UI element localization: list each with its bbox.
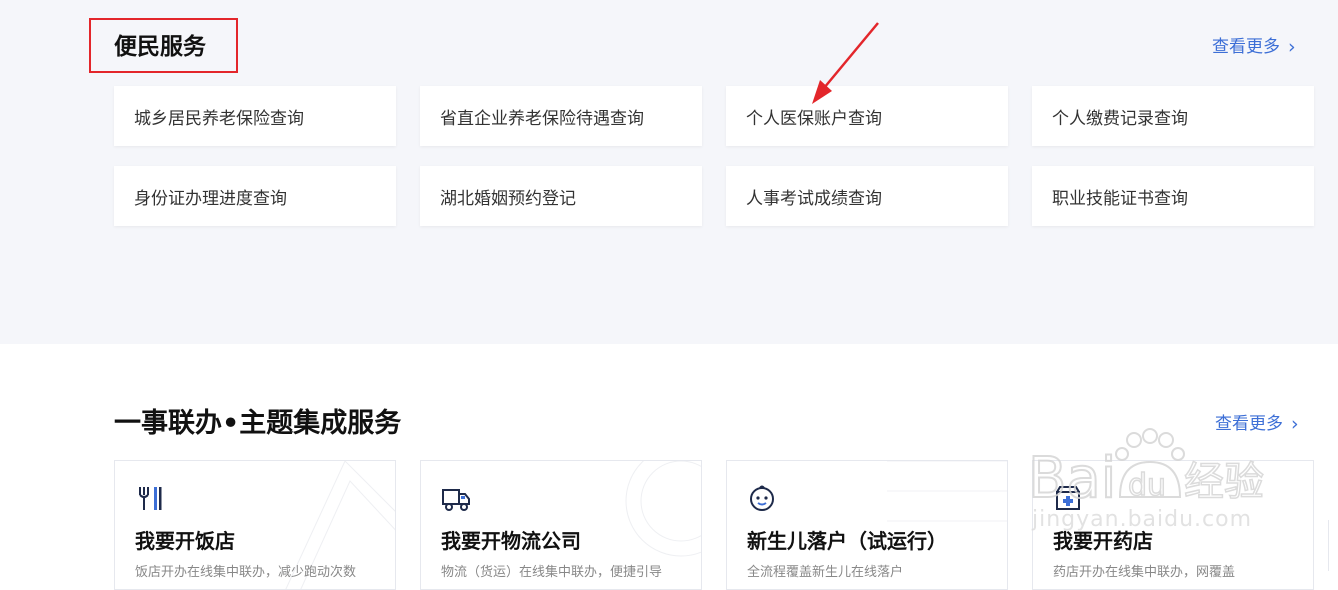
more-link-label: 查看更多 xyxy=(1215,414,1283,434)
service-item-label: 湖北婚姻预约登记 xyxy=(440,188,576,209)
service-item-marriage-appointment[interactable]: 湖北婚姻预约登记 xyxy=(420,166,702,226)
theme-card-title: 新生儿落户（试运行） xyxy=(747,529,947,553)
fork-knife-icon xyxy=(139,487,162,510)
integrated-more-link[interactable]: 查看更多 › xyxy=(1215,413,1299,435)
service-item-medical-account[interactable]: 个人医保账户查询 xyxy=(726,86,1008,146)
chevron-right-icon: › xyxy=(1291,413,1299,435)
chevron-right-icon: › xyxy=(1288,36,1296,58)
service-item-label: 职业技能证书查询 xyxy=(1052,188,1188,209)
service-item-payment-record[interactable]: 个人缴费记录查询 xyxy=(1032,86,1314,146)
integrated-services-title: 一事联办•主题集成服务 xyxy=(114,408,402,439)
service-item-exam-score[interactable]: 人事考试成绩查询 xyxy=(726,166,1008,226)
service-item-label: 身份证办理进度查询 xyxy=(134,188,287,209)
theme-card-title: 我要开药店 xyxy=(1053,529,1153,553)
baby-face-icon xyxy=(750,485,774,511)
truck-icon xyxy=(442,489,470,511)
service-item-id-card-progress[interactable]: 身份证办理进度查询 xyxy=(114,166,396,226)
service-item-enterprise-pension[interactable]: 省直企业养老保险待遇查询 xyxy=(420,86,702,146)
more-link-label: 查看更多 xyxy=(1212,37,1280,57)
service-item-label: 个人医保账户查询 xyxy=(746,108,882,129)
service-item-label: 省直企业养老保险待遇查询 xyxy=(440,108,644,129)
pharmacy-icon xyxy=(1056,486,1080,510)
theme-card-title: 我要开物流公司 xyxy=(441,529,581,553)
convenience-more-link[interactable]: 查看更多 › xyxy=(1212,36,1296,58)
service-item-label: 城乡居民养老保险查询 xyxy=(134,108,304,129)
right-edge-panel xyxy=(1328,520,1338,571)
theme-card-title: 我要开饭店 xyxy=(135,529,235,553)
service-item-label: 个人缴费记录查询 xyxy=(1052,108,1188,129)
convenience-services-title: 便民服务 xyxy=(114,34,206,60)
service-item-skill-certificate[interactable]: 职业技能证书查询 xyxy=(1032,166,1314,226)
service-item-rural-pension[interactable]: 城乡居民养老保险查询 xyxy=(114,86,396,146)
service-item-label: 人事考试成绩查询 xyxy=(746,188,882,209)
